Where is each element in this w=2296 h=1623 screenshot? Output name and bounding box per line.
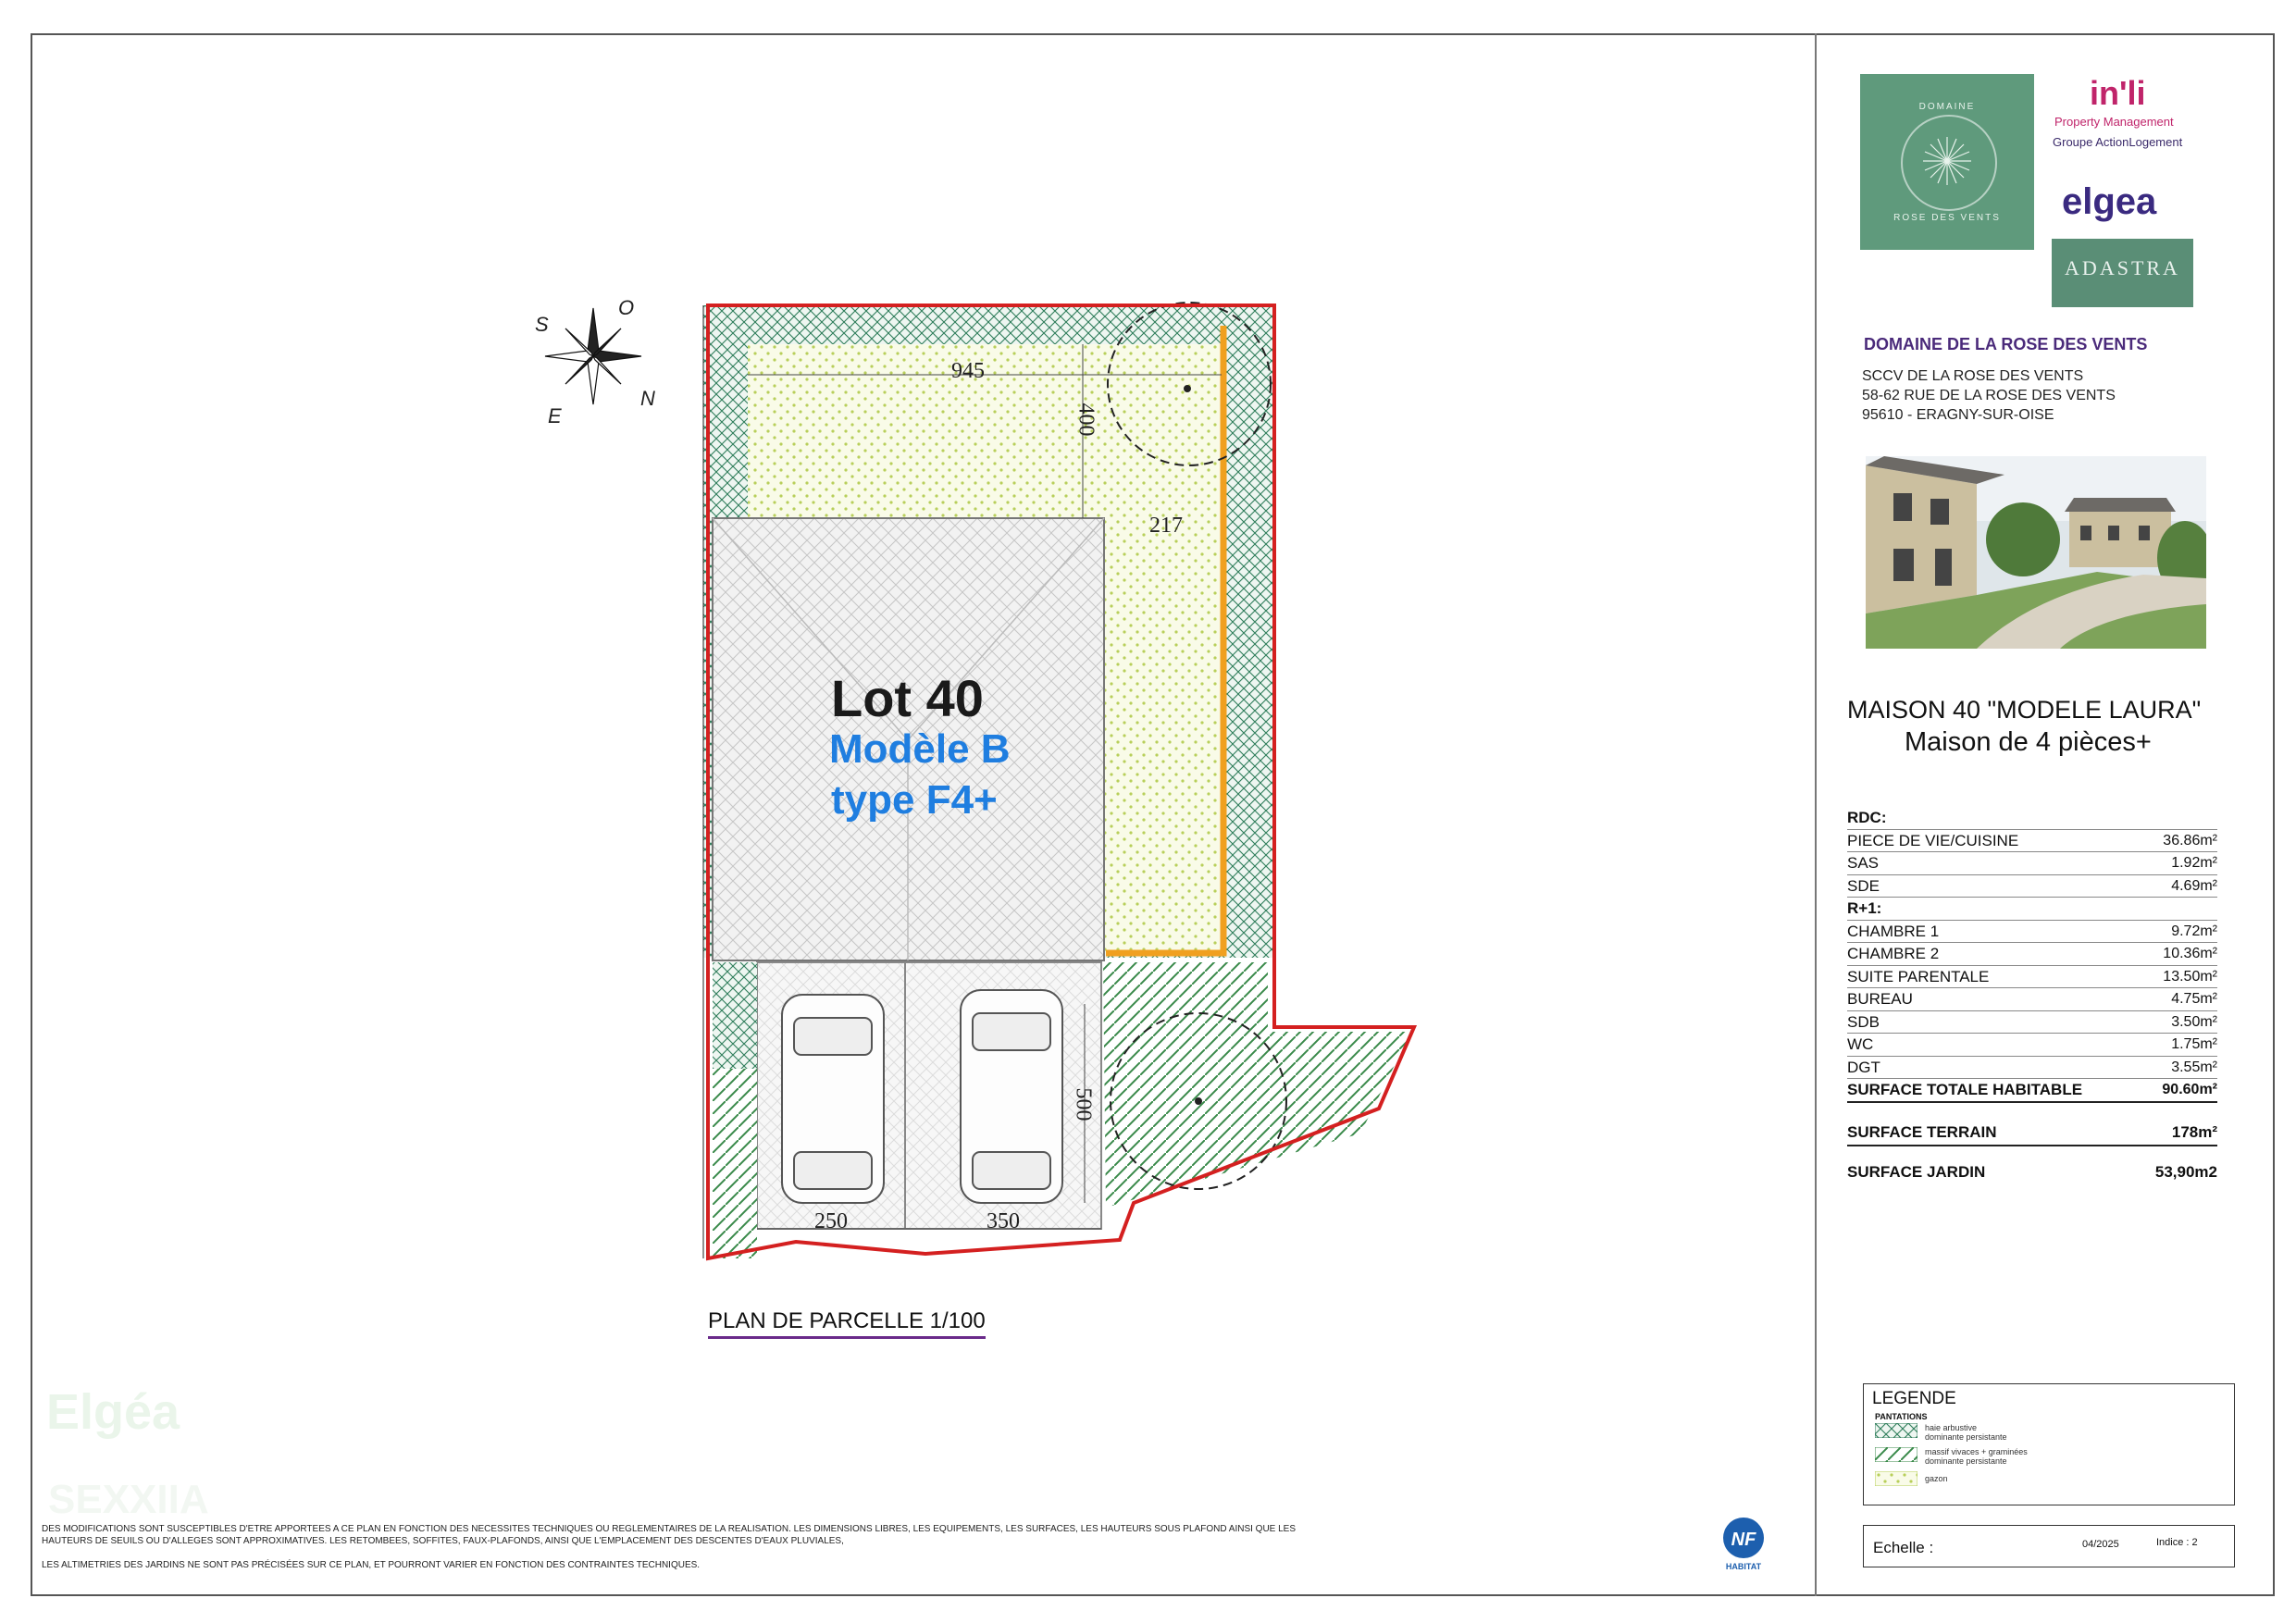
massif-zone: [1103, 962, 1411, 1208]
plan-caption: PLAN DE PARCELLE 1/100: [708, 1308, 986, 1339]
section-rdc: RDC:: [1847, 807, 2217, 830]
total-row: SURFACE TOTALE HABITABLE 90.60m²: [1847, 1079, 2217, 1103]
legend-label: gazon: [1925, 1474, 1948, 1483]
plan-date: 04/2025: [2082, 1539, 2119, 1550]
elgea-logo: elgea: [2062, 181, 2157, 222]
inli-group: Groupe ActionLogement: [2053, 135, 2183, 149]
legal-notes: DES MODIFICATIONS SONT SUSCEPTIBLES D'ET…: [42, 1524, 1337, 1585]
car-right: [960, 989, 1063, 1204]
note-1: DES MODIFICATIONS SONT SUSCEPTIBLES D'ET…: [42, 1524, 1297, 1546]
house-title: MAISON 40 "MODELE LAURA": [1847, 696, 2202, 724]
table-row: SDB 3.50m²: [1847, 1011, 2217, 1034]
legend-label: dominante persistante: [1925, 1456, 2007, 1466]
lot-model: Modèle B: [829, 726, 1011, 772]
table-row: SUITE PARENTALE 13.50m²: [1847, 966, 2217, 988]
table-row: SDE 4.69m²: [1847, 875, 2217, 898]
title-block-divider: [1815, 33, 1817, 1596]
dim-parking-right: 350: [987, 1209, 1020, 1233]
compass-o: O: [618, 296, 635, 319]
table-row: PIECE DE VIE/CUISINE 36.86m²: [1847, 830, 2217, 852]
elgea-watermark: Elgéa: [46, 1384, 180, 1440]
house-subtitle: Maison de 4 pièces+: [1905, 727, 2152, 757]
dim-garden-depth: 400: [1074, 403, 1098, 437]
table-row: CHAMBRE 1 9.72m²: [1847, 921, 2217, 943]
sexxiia-watermark: SEXXIIA: [48, 1477, 209, 1522]
legend-swatch-massif: [1875, 1447, 1917, 1462]
dim-side-gap: 217: [1149, 514, 1183, 538]
table-row: DGT 3.55m²: [1847, 1057, 2217, 1079]
adastra-logo: ADASTRA: [2052, 239, 2193, 307]
dim-parking-left: 250: [814, 1209, 848, 1233]
table-row: WC 1.75m²: [1847, 1034, 2217, 1057]
table-row: SAS 1.92m²: [1847, 852, 2217, 875]
dim-parking-depth: 500: [1071, 1087, 1096, 1121]
legend-title: LEGENDE: [1872, 1389, 1956, 1408]
surface-terrain: SURFACE TERRAIN 178m²: [1847, 1123, 2217, 1146]
dim-garden-width: 945: [951, 359, 985, 383]
plan-indice: Indice : 2: [2156, 1537, 2198, 1548]
legend-swatch-lawn: [1875, 1471, 1917, 1486]
lot-type: type F4+: [831, 777, 998, 823]
project-name: DOMAINE DE LA ROSE DES VENTS: [1864, 335, 2148, 353]
table-row: BUREAU 4.75m²: [1847, 988, 2217, 1011]
domaine-logo: DOMAINE ROSE DES VENTS: [1860, 74, 2034, 250]
legend-section: PANTATIONS: [1875, 1412, 1928, 1421]
legend-label: haie arbustive: [1925, 1423, 1978, 1432]
surface-jardin: SURFACE JARDIN 53,90m2: [1847, 1163, 2217, 1181]
legend-box: LEGENDE PANTATIONS haie arbustive dominan…: [1863, 1383, 2235, 1505]
inli-logo: in'li: [2090, 74, 2146, 112]
compass-n: N: [640, 387, 655, 410]
address-line-1: SCCV DE LA ROSE DES VENTS: [1862, 368, 2084, 384]
table-row: CHAMBRE 2 10.36m²: [1847, 943, 2217, 966]
note-2: LES ALTIMETRIES DES JARDINS NE SONT PAS …: [42, 1560, 701, 1570]
legend-label: dominante persistante: [1925, 1432, 2007, 1442]
inli-subtitle: Property Management: [2054, 115, 2174, 129]
compass-e: E: [548, 404, 562, 427]
lot-title: Lot 40: [831, 669, 984, 727]
legend-swatch-hedge: [1875, 1423, 1917, 1438]
nf-habitat-logo: NF HABITAT: [1723, 1518, 1764, 1571]
compass-s: S: [535, 313, 549, 336]
surfaces-table: RDC: PIECE DE VIE/CUISINE 36.86m² SAS 1.92…: [1847, 807, 2217, 1103]
address-line-2: 58-62 RUE DE LA ROSE DES VENTS: [1862, 388, 2116, 403]
echelle-box: Echelle : 04/2025 Indice : 2: [1863, 1525, 2235, 1567]
echelle-label: Echelle :: [1873, 1539, 1934, 1556]
section-r1: R+1:: [1847, 898, 2217, 921]
address-line-3: 95610 - ERAGNY-SUR-OISE: [1862, 407, 2054, 423]
nf-sub: HABITAT: [1726, 1562, 1762, 1571]
nf-text: NF: [1731, 1530, 1756, 1550]
car-left: [781, 994, 885, 1204]
legend-label: massif vivaces + graminées: [1925, 1447, 2028, 1456]
compass-rose: [544, 307, 642, 405]
house-rendering: [1866, 456, 2206, 649]
